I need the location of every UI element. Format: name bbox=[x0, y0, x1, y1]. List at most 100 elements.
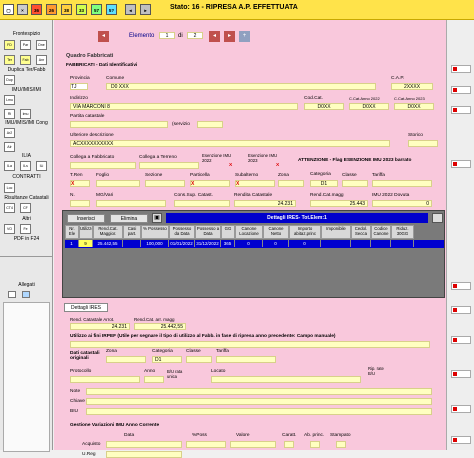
sidebar-btn[interactable]: ILs bbox=[20, 161, 31, 171]
save-icon[interactable]: ▣ bbox=[152, 213, 162, 223]
sidebar-imu[interactable]: IMU/IMIS/IMI bbox=[0, 87, 53, 93]
counter-5[interactable]: 57 bbox=[91, 4, 102, 15]
add-record-icon[interactable]: + bbox=[239, 31, 250, 42]
utilizzo-field[interactable] bbox=[70, 341, 430, 348]
n-field[interactable] bbox=[70, 200, 90, 207]
sidebar-btn[interactable]: VO bbox=[4, 224, 15, 234]
table-cell[interactable]: 0 bbox=[263, 240, 289, 247]
sidebar-btn[interactable]: AIr bbox=[4, 142, 15, 152]
acquisto-stampato-field[interactable] bbox=[336, 441, 346, 448]
table-cell[interactable]: 01/01/2022 bbox=[169, 240, 195, 247]
next-record-icon[interactable]: ◂ bbox=[209, 31, 220, 42]
ureg-field[interactable] bbox=[106, 451, 182, 458]
sezione-field[interactable] bbox=[145, 180, 185, 187]
locato-field[interactable] bbox=[211, 376, 361, 383]
ulteriore-field[interactable]: ACXXXXXXXXXX bbox=[70, 140, 390, 147]
side-note[interactable] bbox=[451, 336, 471, 344]
acquisto-valore-field[interactable] bbox=[230, 441, 276, 448]
protocollo-field[interactable] bbox=[70, 376, 140, 383]
table-cell[interactable] bbox=[391, 240, 414, 247]
table-cell[interactable]: 365 bbox=[221, 240, 235, 247]
acquisto-abpr-field[interactable] bbox=[310, 441, 320, 448]
sidebar-duplica[interactable]: Duplica Ter/Fabb bbox=[0, 67, 53, 73]
sidebar-btn[interactable]: Fab bbox=[20, 55, 31, 65]
counter-4[interactable]: 33 bbox=[76, 4, 87, 15]
counter-3[interactable]: 38 bbox=[61, 4, 72, 15]
particella-field[interactable]: X bbox=[190, 180, 230, 187]
column-header[interactable]: Cedol. Secca bbox=[351, 225, 371, 239]
tariffa-orig-field[interactable] bbox=[216, 356, 276, 363]
counter-2[interactable]: 26 bbox=[46, 4, 57, 15]
rendmagg-field[interactable]: 25.443 bbox=[310, 200, 368, 207]
sidebar-btn[interactable]: Imu bbox=[20, 109, 31, 119]
conssup-field[interactable] bbox=[174, 200, 230, 207]
sidebar-btn[interactable]: Dup bbox=[4, 75, 15, 85]
sidebar-btn[interactable]: Ter bbox=[4, 55, 15, 65]
side-note[interactable] bbox=[451, 282, 471, 290]
allegati-list[interactable] bbox=[3, 302, 50, 452]
window-icon[interactable]: ▢ bbox=[3, 4, 14, 15]
sidebar-ilia[interactable]: ILIA bbox=[0, 153, 53, 159]
column-header[interactable]: Imponibile bbox=[321, 225, 351, 239]
chiave-field[interactable] bbox=[86, 398, 432, 405]
zona-orig-field[interactable] bbox=[106, 356, 146, 363]
sidebar-btn[interactable]: FD bbox=[4, 40, 15, 50]
sidebar-btn[interactable]: CF bbox=[20, 203, 31, 213]
sidebar-altri[interactable]: Altri bbox=[0, 216, 53, 222]
ccat2022-field[interactable]: D0XX bbox=[349, 103, 389, 110]
column-header[interactable]: Canone Netto bbox=[263, 225, 289, 239]
elimina-button[interactable]: Elimina bbox=[110, 214, 148, 223]
tariffa-field[interactable] bbox=[372, 180, 432, 187]
servizio-field[interactable] bbox=[197, 121, 223, 128]
table-cell[interactable]: 25.442,55 bbox=[93, 240, 123, 247]
sidebar-pdf[interactable]: PDF in F24 bbox=[0, 236, 53, 242]
side-note[interactable] bbox=[451, 160, 471, 168]
elemento-input[interactable]: 1 bbox=[159, 32, 175, 39]
acquisto-caratt-field[interactable] bbox=[284, 441, 294, 448]
column-header[interactable]: GG bbox=[221, 225, 235, 239]
table-cell[interactable]: 100,000 bbox=[141, 240, 169, 247]
column-header[interactable]: Codice Canone bbox=[371, 225, 391, 239]
rendita-field[interactable]: 24.231 bbox=[234, 200, 296, 207]
sidebar-btn[interactable]: Fe bbox=[20, 224, 31, 234]
side-note[interactable] bbox=[451, 86, 471, 94]
table-cell[interactable] bbox=[123, 240, 141, 247]
codcat-field[interactable]: D0XX bbox=[304, 103, 344, 110]
column-header[interactable]: Nr. Ele bbox=[65, 225, 79, 239]
sidebar-imu-cong[interactable]: IMU/IMIS/IMI Cong bbox=[0, 120, 53, 126]
note-field[interactable] bbox=[86, 388, 432, 395]
tab-dettagli-ires[interactable]: Dettagli IRES bbox=[64, 303, 108, 312]
esen2023-check[interactable]: X bbox=[276, 163, 279, 168]
sidebar-btn[interactable]: Ri bbox=[4, 109, 15, 119]
side-note[interactable] bbox=[451, 306, 471, 314]
acquisto-poss-field[interactable] bbox=[186, 441, 226, 448]
table-cell[interactable]: 9 bbox=[79, 240, 93, 247]
esen2022-check[interactable]: X bbox=[229, 163, 232, 168]
storico-field[interactable] bbox=[408, 140, 438, 147]
counter-6[interactable]: 5? bbox=[106, 4, 117, 15]
nav-forward-icon[interactable]: ▸ bbox=[140, 4, 151, 15]
sidebar-btn[interactable]: Lmu bbox=[4, 95, 15, 105]
categoria-field[interactable]: D1 bbox=[310, 180, 338, 187]
folder-icon[interactable] bbox=[22, 291, 30, 298]
ccat2023-field[interactable]: D0XX bbox=[394, 103, 434, 110]
subalterno-field[interactable]: X bbox=[235, 180, 275, 187]
sidebar-btn[interactable]: Dne bbox=[36, 40, 47, 50]
table-cell[interactable]: 0 bbox=[235, 240, 263, 247]
side-note[interactable] bbox=[451, 405, 471, 413]
anno-field[interactable] bbox=[144, 376, 164, 383]
side-note[interactable] bbox=[451, 436, 471, 444]
sidebar-risultanze[interactable]: Risultanze Catastali bbox=[0, 195, 53, 201]
foglio-field[interactable] bbox=[96, 180, 140, 187]
nav-back-icon[interactable]: ◂ bbox=[125, 4, 136, 15]
column-header[interactable]: Possesso da Data bbox=[169, 225, 195, 239]
table-cell[interactable]: 31/12/2022 bbox=[195, 240, 221, 247]
classe-field[interactable] bbox=[342, 180, 368, 187]
side-note[interactable] bbox=[451, 106, 471, 114]
table-cell[interactable] bbox=[371, 240, 391, 247]
collega-fab-field[interactable] bbox=[70, 162, 136, 169]
provincia-field[interactable]: TJ bbox=[70, 83, 88, 90]
rend-magg-field[interactable]: 25.442,55 bbox=[134, 323, 186, 330]
sidebar-btn[interactable]: CT4 bbox=[4, 203, 15, 213]
grid-menu-icon[interactable] bbox=[432, 213, 443, 223]
